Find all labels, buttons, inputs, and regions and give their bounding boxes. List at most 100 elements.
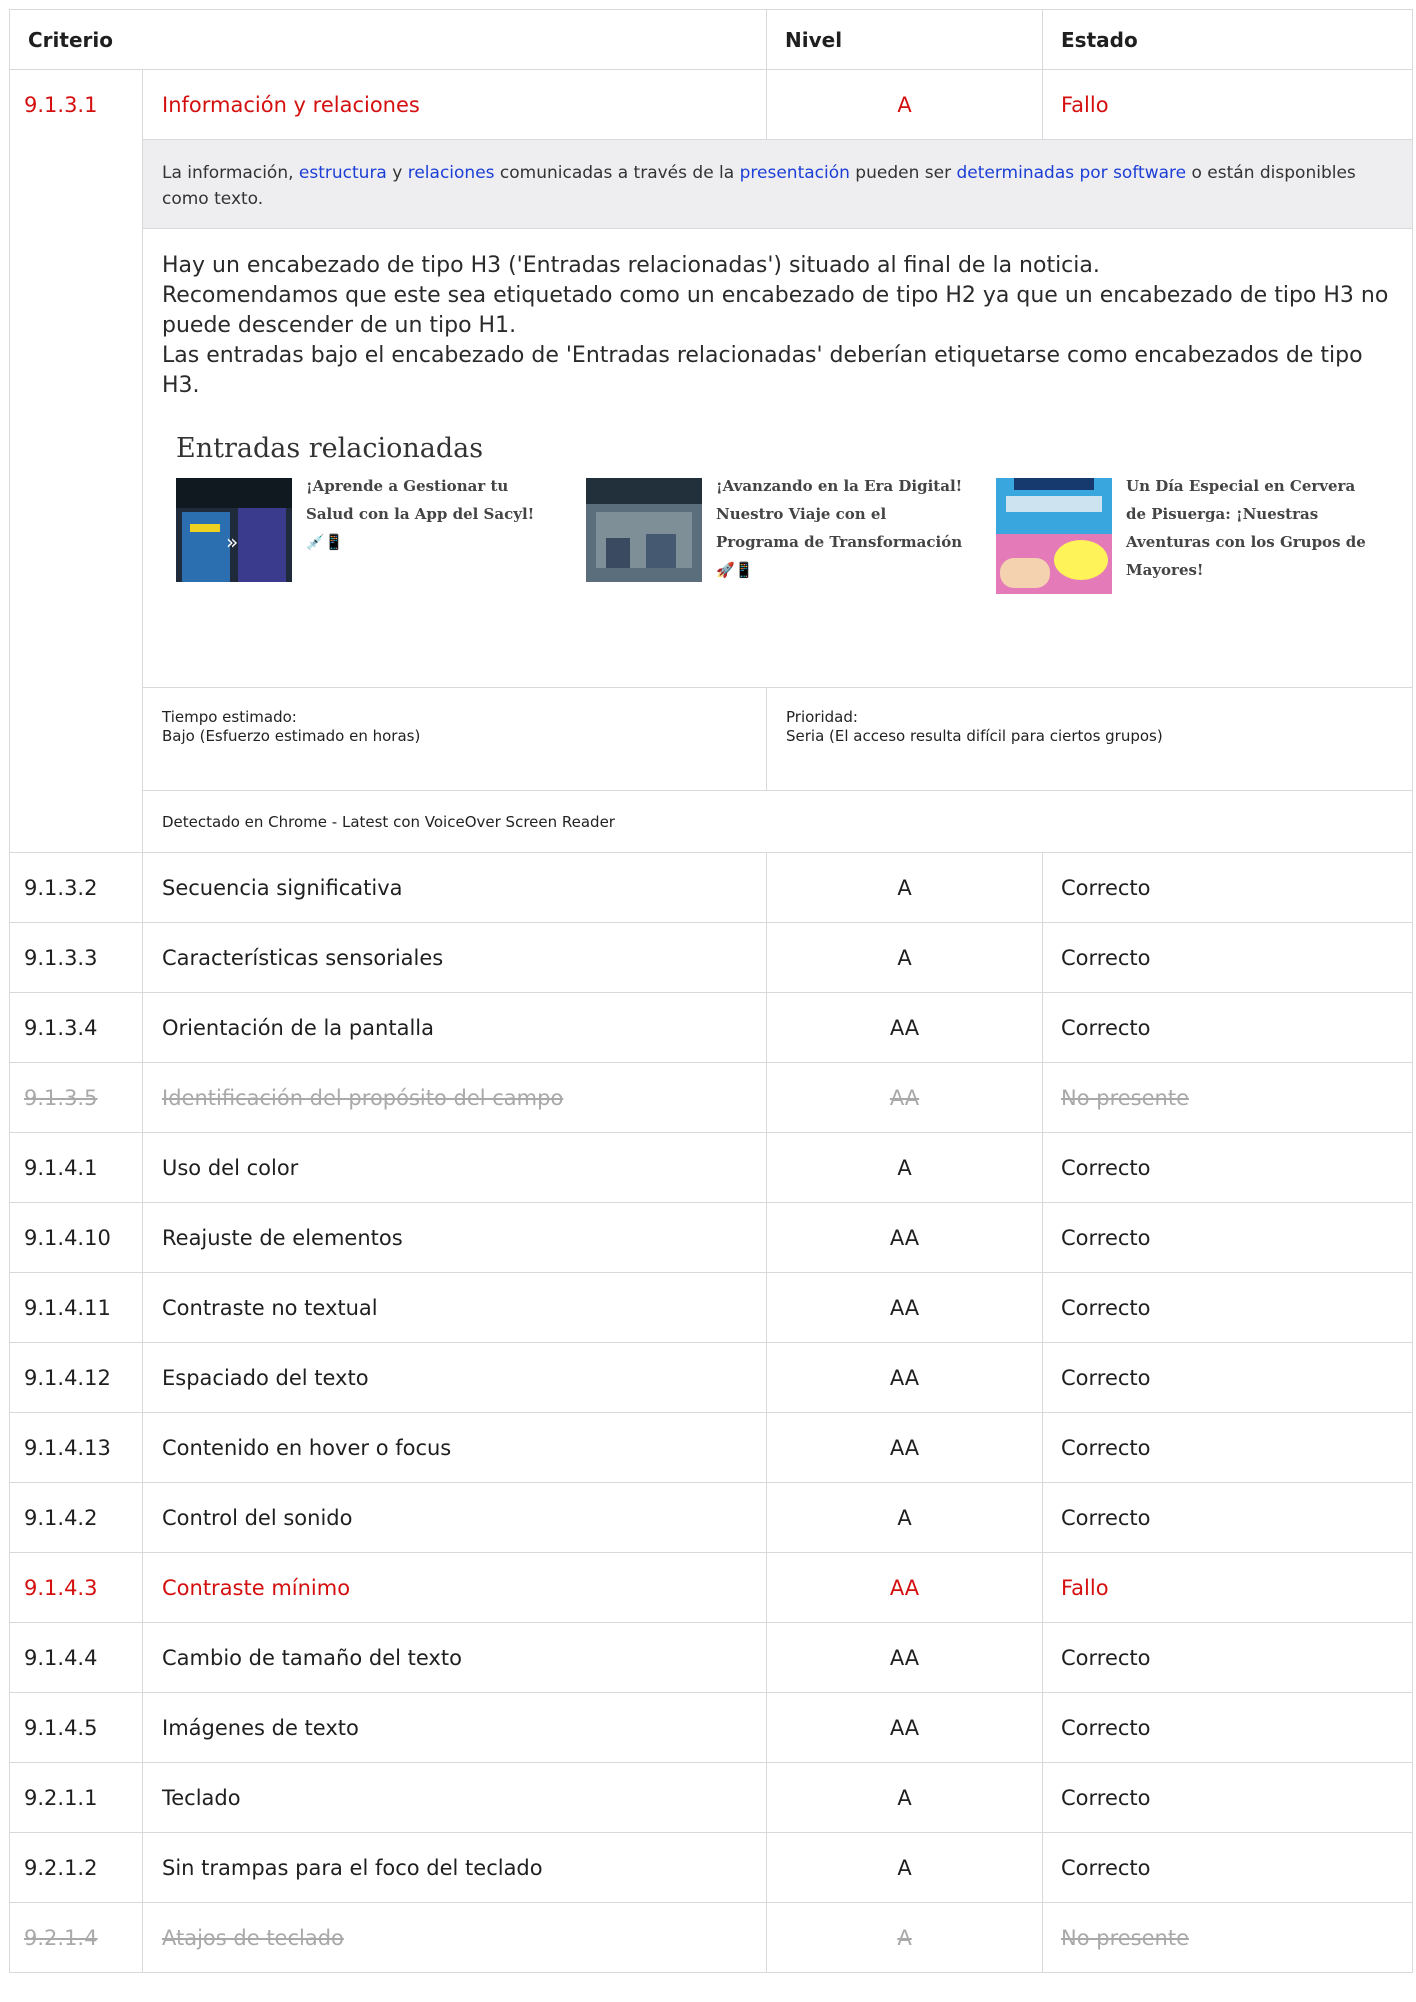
table-row[interactable]: 9.1.3.3 Características sensoriales A Corre…	[9, 922, 1414, 993]
criterion-id: 9.1.4.13	[9, 1412, 143, 1483]
criterion-level: AA	[766, 1272, 1044, 1343]
criterion-level: A	[766, 922, 1044, 993]
criterion-id: 9.1.4.4	[9, 1622, 143, 1693]
criterion-status: Correcto	[1042, 1342, 1414, 1413]
criterion-id: 9.1.3.4	[9, 992, 143, 1063]
related-card-title: ¡Avanzando en la Era Digital! Nuestro Vi…	[716, 477, 963, 579]
estimation-meta: Tiempo estimado: Bajo (Esfuerzo estimado…	[143, 687, 1413, 790]
related-heading: Entradas relacionadas	[176, 433, 484, 464]
criterion-level: A	[766, 69, 1044, 140]
criterion-status: Fallo	[1042, 69, 1414, 140]
criterion-level: A	[766, 1762, 1044, 1833]
criterion-name[interactable]: Características sensoriales	[141, 922, 768, 993]
table-row[interactable]: 9.1.4.11 Contraste no textual AA Correcto	[9, 1272, 1414, 1343]
criterion-level: A	[766, 852, 1044, 923]
criterion-level: A	[766, 1482, 1044, 1553]
table-row[interactable]: 9.1.4.3 Contraste mínimo AA Fallo	[9, 1552, 1414, 1623]
desc-text: y	[386, 163, 408, 183]
detected-environment: Detectado en Chrome - Latest con VoiceOv…	[143, 790, 1413, 852]
related-card: ¡Avanzando en la Era Digital! Nuestro Vi…	[586, 477, 996, 594]
criterion-level: AA	[766, 1552, 1044, 1623]
criterion-level: AA	[766, 1202, 1044, 1273]
table-row[interactable]: 9.1.4.12 Espaciado del texto AA Correcto	[9, 1342, 1414, 1413]
criterion-name[interactable]: Identificación del propósito del campo	[141, 1062, 768, 1133]
criterion-name[interactable]: Imágenes de texto	[141, 1692, 768, 1763]
link-estructura[interactable]: estructura	[299, 163, 387, 183]
criterion-name[interactable]: Secuencia significativa	[141, 852, 768, 923]
criterion-id: 9.1.3.1	[24, 93, 98, 117]
table-row[interactable]: 9.1.3.2 Secuencia significativa A Correcto	[9, 852, 1414, 923]
related-card-title: Un Día Especial en Cervera de Pisuerga: …	[1126, 477, 1366, 579]
note-line: Hay un encabezado de tipo H3 ('Entradas …	[162, 253, 1100, 278]
table-row-expanded[interactable]: 9.1.3.1 Información y relaciones A Fallo	[9, 69, 1414, 853]
criterion-status: Correcto	[1042, 1692, 1414, 1763]
criterion-name[interactable]: Sin trampas para el foco del teclado	[141, 1832, 768, 1903]
criterion-status: Correcto	[1042, 1482, 1414, 1553]
finding-note: Hay un encabezado de tipo H3 ('Entradas …	[143, 229, 1412, 401]
criterion-status: No presente	[1042, 1062, 1414, 1133]
criterion-status: Correcto	[1042, 1832, 1414, 1903]
related-card: » ¡Aprende a Gestionar tu Salud con la A…	[176, 477, 586, 594]
table-row[interactable]: 9.1.4.13 Contenido en hover o focus AA Corr…	[9, 1412, 1414, 1483]
criterion-level: AA	[766, 1692, 1044, 1763]
expanded-details-row: La información, estructura y relaciones …	[10, 139, 1414, 853]
criterion-name[interactable]: Control del sonido	[141, 1482, 768, 1553]
criterion-name[interactable]: Cambio de tamaño del texto	[141, 1622, 768, 1693]
criterion-name[interactable]: Uso del color	[141, 1132, 768, 1203]
criterion-id: 9.1.4.10	[9, 1202, 143, 1273]
related-thumbnail-mayores	[996, 478, 1112, 594]
table-row[interactable]: 9.1.4.1 Uso del color A Correcto	[9, 1132, 1414, 1203]
table-row[interactable]: 9.2.1.2 Sin trampas para el foco del tecl…	[9, 1832, 1414, 1903]
link-presentacion[interactable]: presentación	[740, 163, 850, 183]
table-row[interactable]: 9.1.3.4 Orientación de la pantalla AA Corre…	[9, 992, 1414, 1063]
prioridad: Prioridad: Seria (El acceso resulta difí…	[767, 688, 1412, 790]
table-row[interactable]: 9.1.4.5 Imágenes de texto AA Correcto	[9, 1692, 1414, 1763]
criterion-name[interactable]: Reajuste de elementos	[141, 1202, 768, 1273]
criterion-status: Correcto	[1042, 922, 1414, 993]
criterion-id: 9.1.4.2	[9, 1482, 143, 1553]
tiempo-value: Bajo (Esfuerzo estimado en horas)	[162, 727, 421, 745]
criterion-level: AA	[766, 1342, 1044, 1413]
table-row[interactable]: 9.2.1.1 Teclado A Correcto	[9, 1762, 1414, 1833]
criterion-status: Correcto	[1042, 1622, 1414, 1693]
criterion-name[interactable]: Espaciado del texto	[141, 1342, 768, 1413]
criterion-name[interactable]: Contraste mínimo	[141, 1552, 768, 1623]
criteria-table-wrapper: Criterio Nivel Estado 9.1.3.1 Informació…	[8, 9, 1414, 1973]
criterion-level: A	[766, 1832, 1044, 1903]
link-relaciones[interactable]: relaciones	[408, 163, 495, 183]
criterion-status: Correcto	[1042, 852, 1414, 923]
criterion-id: 9.2.1.1	[9, 1762, 143, 1833]
criterion-id: 9.1.3.5	[9, 1062, 143, 1133]
criteria-table: Criterio Nivel Estado 9.1.3.1 Informació…	[8, 9, 1414, 1973]
table-row[interactable]: 9.1.4.2 Control del sonido A Correcto	[9, 1482, 1414, 1553]
criterion-level: AA	[766, 992, 1044, 1063]
table-row[interactable]: 9.2.1.4 Atajos de teclado A No presente	[9, 1902, 1414, 1973]
note-line: Las entradas bajo el encabezado de 'Entr…	[162, 343, 1363, 398]
criterion-status: Correcto	[1042, 1132, 1414, 1203]
prioridad-value: Seria (El acceso resulta difícil para ci…	[786, 727, 1163, 745]
criterion-id: 9.1.4.1	[9, 1132, 143, 1203]
criterion-name[interactable]: Contenido en hover o focus	[141, 1412, 768, 1483]
desc-text: pueden ser	[849, 163, 957, 183]
related-card-title: ¡Aprende a Gestionar tu Salud con la App…	[306, 477, 535, 551]
criterion-name[interactable]: Información y relaciones	[141, 69, 768, 140]
note-line: Recomendamos que este sea etiquetado com…	[162, 283, 1389, 338]
related-card: Un Día Especial en Cervera de Pisuerga: …	[996, 477, 1406, 594]
link-determinadas-por-software[interactable]: determinadas por software	[956, 163, 1186, 183]
criterion-id: 9.2.1.2	[9, 1832, 143, 1903]
criterion-name[interactable]: Orientación de la pantalla	[141, 992, 768, 1063]
table-row[interactable]: 9.1.4.10 Reajuste de elementos AA Correcto	[9, 1202, 1414, 1273]
criterion-level: A	[766, 1132, 1044, 1203]
criterion-id: 9.1.4.12	[9, 1342, 143, 1413]
related-thumbnail-transformacion	[586, 478, 702, 594]
criterion-name[interactable]: Teclado	[141, 1762, 768, 1833]
header-nivel: Nivel	[766, 9, 1044, 70]
table-row[interactable]: 9.1.3.5 Identificación del propósito del …	[9, 1062, 1414, 1133]
criterion-name[interactable]: Atajos de teclado	[141, 1902, 768, 1973]
criterion-description: La información, estructura y relaciones …	[143, 140, 1413, 229]
tiempo-estimado: Tiempo estimado: Bajo (Esfuerzo estimado…	[143, 688, 767, 790]
related-thumbnail-sacyl: »	[176, 478, 292, 594]
table-row[interactable]: 9.1.4.4 Cambio de tamaño del texto AA Corre…	[9, 1622, 1414, 1693]
criterion-level: AA	[766, 1062, 1044, 1133]
criterion-name[interactable]: Contraste no textual	[141, 1272, 768, 1343]
